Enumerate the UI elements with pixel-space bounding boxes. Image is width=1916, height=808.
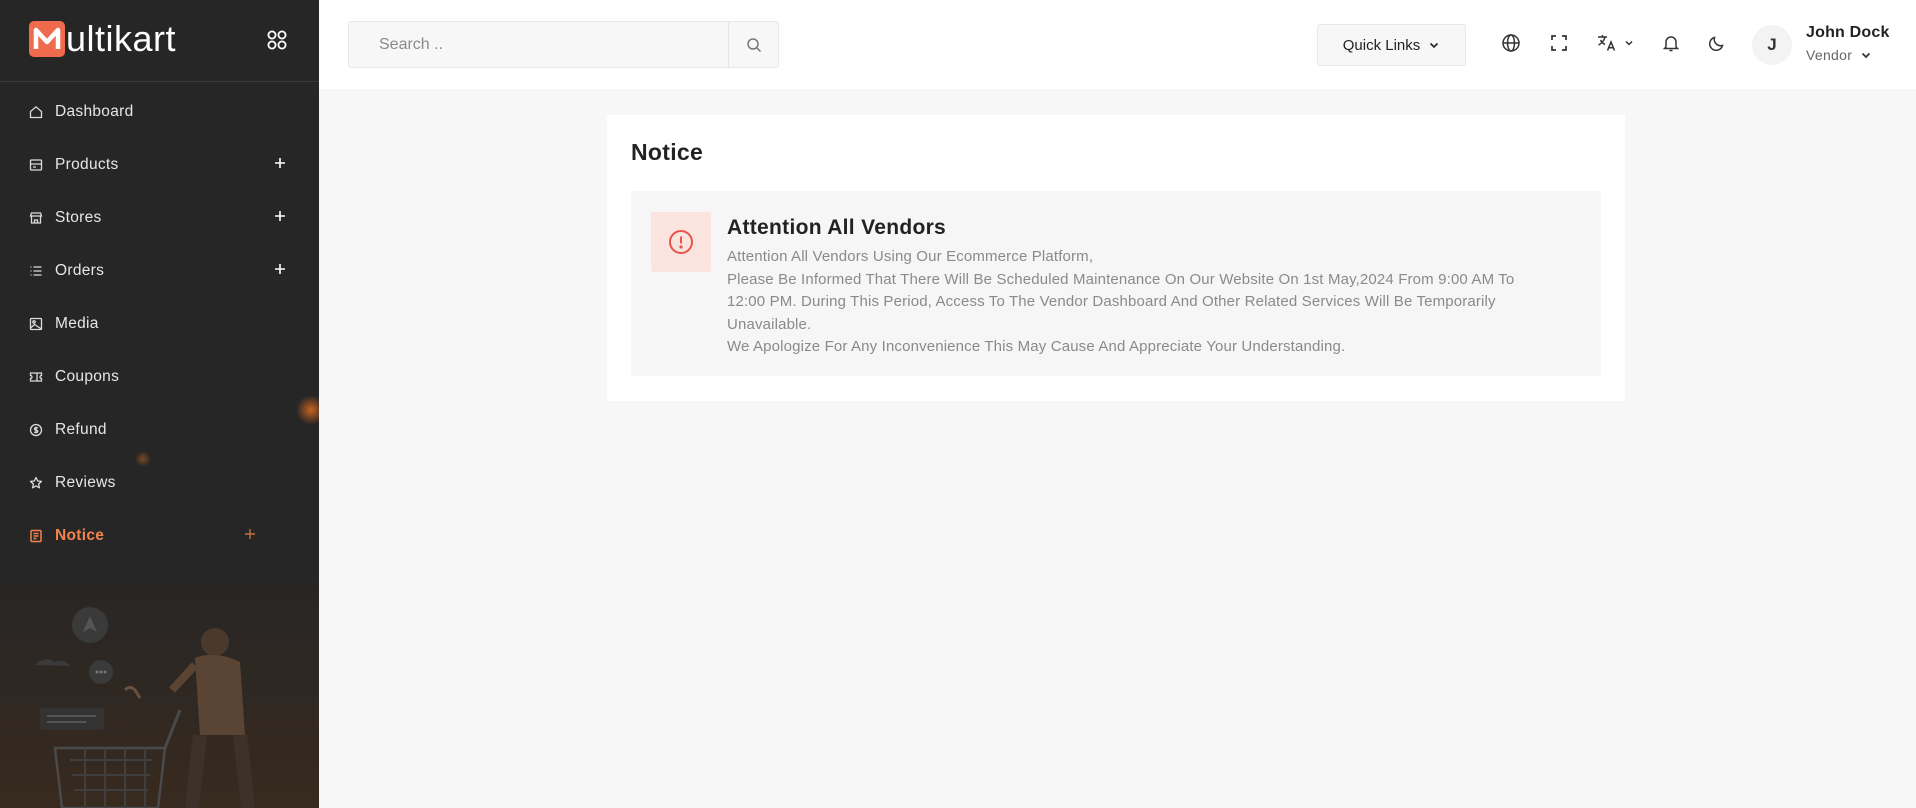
expand-plus-icon[interactable] [272,208,288,224]
sidebar-item-refund[interactable]: Refund [0,403,319,456]
search-input[interactable] [349,22,728,67]
sidebar-illustration [0,560,319,808]
language-select[interactable] [1595,32,1635,54]
decorative-glow [296,395,319,425]
products-icon [29,158,43,172]
sidebar-item-orders[interactable]: Orders [0,244,319,297]
coupon-icon [29,370,43,384]
notice-card: Notice Attention All Vendors Attention A… [607,115,1625,401]
chevron-down-icon [1625,40,1633,46]
image-icon [29,317,43,331]
search-icon [746,37,761,52]
search-button[interactable] [728,22,778,67]
sidebar-item-notice[interactable]: Notice [0,509,319,562]
expand-plus-icon[interactable] [272,155,288,171]
user-name[interactable]: John Dock [1806,24,1890,42]
sidebar-item-label: Products [55,155,119,173]
brand-name: ultikart [66,18,177,59]
notice-icon [29,529,43,543]
quick-links-button[interactable]: Quick Links [1317,24,1466,66]
search-box [348,21,779,68]
decorative-glow [135,451,151,467]
avatar[interactable]: J [1752,25,1792,65]
star-icon [29,476,43,490]
translate-icon [1598,35,1616,51]
sparkle-icon [242,526,258,542]
top-header: Quick Links J John Dock Vendor [319,0,1916,89]
store-icon [29,211,43,225]
sidebar-item-reviews[interactable]: Reviews [0,456,319,509]
notice-item: Attention All Vendors Attention All Vend… [631,191,1601,376]
home-icon [29,105,43,119]
sidebar: ultikart Dashboard Products Stores Order… [0,0,319,808]
chevron-down-icon [1430,42,1439,49]
sidebar-item-media[interactable]: Media [0,297,319,350]
expand-plus-icon[interactable] [272,261,288,277]
user-role: Vendor [1806,47,1853,63]
notice-line: We Apologize For Any Inconvenience This … [727,338,1346,355]
logo-bar: ultikart [0,0,319,82]
list-icon [29,264,43,278]
bell-icon[interactable] [1660,32,1682,54]
sidebar-item-label: Reviews [55,473,116,491]
sidebar-item-label: Coupons [55,367,120,385]
refund-icon [29,423,43,437]
dark-mode-moon-icon[interactable] [1706,32,1728,54]
app-grid-icon[interactable] [266,29,288,51]
brand-logo[interactable]: ultikart [29,21,176,57]
sidebar-item-stores[interactable]: Stores [0,191,319,244]
alert-circle-icon [651,212,711,272]
sidebar-nav: Dashboard Products Stores Orders Media C… [0,85,319,562]
user-role-menu[interactable]: Vendor [1806,47,1872,63]
sidebar-item-coupons[interactable]: Coupons [0,350,319,403]
fullscreen-icon[interactable] [1548,32,1570,54]
chevron-down-icon [1862,52,1871,59]
sidebar-item-label: Media [55,314,99,332]
quick-links-label: Quick Links [1342,36,1421,54]
notice-body: Attention All Vendors Using Our Ecommerc… [727,246,1542,359]
sidebar-item-products[interactable]: Products [0,138,319,191]
globe-icon[interactable] [1500,32,1522,54]
notice-line: Attention All Vendors Using Our Ecommerc… [727,248,1094,265]
sidebar-item-label: Orders [55,261,105,279]
notice-line: Please Be Informed That There Will Be Sc… [727,270,1515,333]
sidebar-item-label: Dashboard [55,102,134,120]
sidebar-item-label: Refund [55,420,107,438]
logo-mark [29,21,65,57]
page-title: Notice [631,139,704,165]
sidebar-item-label: Notice [55,526,105,544]
sidebar-item-dashboard[interactable]: Dashboard [0,85,319,138]
notice-title: Attention All Vendors [727,216,947,239]
sidebar-item-label: Stores [55,208,102,226]
